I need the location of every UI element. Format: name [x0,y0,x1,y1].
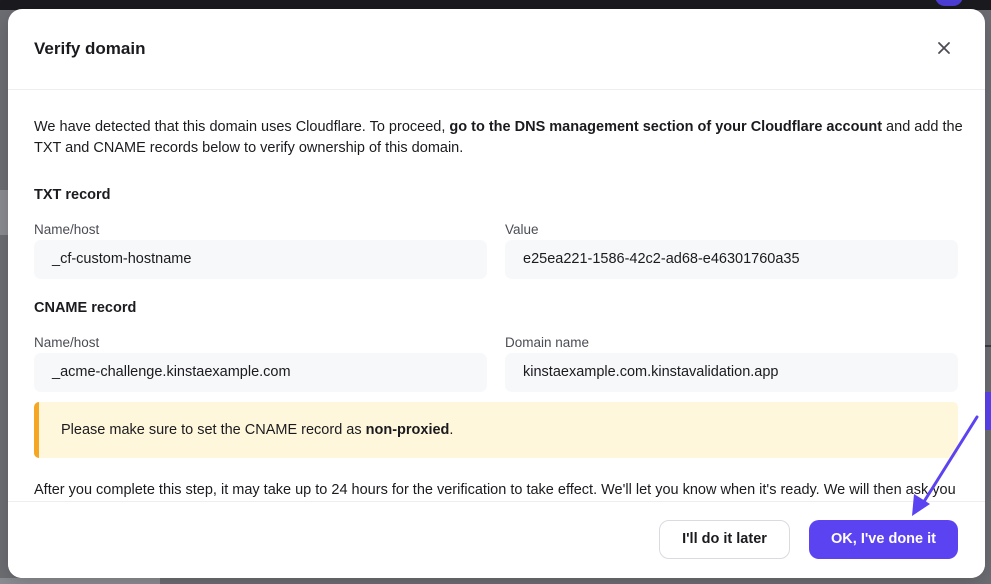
non-proxied-notice: Please make sure to set the CNAME record… [34,402,958,458]
background-left-strip [0,190,8,235]
txt-value-field[interactable]: e25ea221-1586-42c2-ad68-e46301760a35 [505,240,958,279]
cname-name-field[interactable]: _acme-challenge.kinstaexample.com [34,353,487,392]
background-left-fragment [0,398,8,420]
close-button[interactable] [933,37,955,59]
background-right-divider [985,345,991,347]
background-bottom-strip [0,578,160,584]
close-icon [938,42,950,54]
done-button[interactable]: OK, I've done it [809,520,958,559]
notice-text-part: . [449,422,454,438]
intro-text-bold: go to the DNS management section of your… [449,119,883,135]
verify-domain-modal: Verify domain We have detected that this… [8,9,985,578]
notice-text-part: Please make sure to set the CNAME record… [61,422,366,438]
intro-text-part: We have detected that this domain uses C… [34,119,450,135]
modal-header: Verify domain [8,9,985,90]
txt-value-label: Value [505,222,539,237]
notice-text-bold: non-proxied [365,422,450,438]
modal-body: We have detected that this domain uses C… [34,89,964,501]
cname-domain-field[interactable]: kinstaexample.com.kinstavalidation.app [505,353,958,392]
txt-name-label: Name/host [34,222,100,237]
background-right-button [985,392,991,430]
txt-record-title: TXT record [34,187,111,203]
background-avatar [935,0,963,6]
cname-domain-label: Domain name [505,335,590,350]
modal-title: Verify domain [34,39,146,58]
after-step-text: After you complete this step, it may tak… [34,482,956,498]
do-it-later-button[interactable]: I'll do it later [659,520,790,559]
modal-footer: I'll do it later OK, I've done it [8,501,985,578]
txt-name-field[interactable]: _cf-custom-hostname [34,240,487,279]
intro-text: We have detected that this domain uses C… [34,117,964,159]
cname-name-label: Name/host [34,335,100,350]
cname-record-title: CNAME record [34,300,137,316]
